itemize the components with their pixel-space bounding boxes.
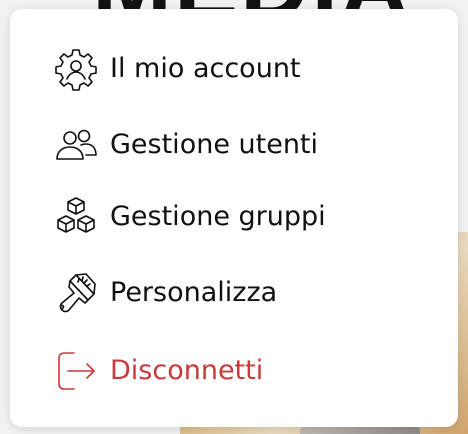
menu-item-manage-users[interactable]: Gestione utenti [10,111,458,175]
user-dropdown-menu: Il mio account Gestione utenti Gestione … [10,9,458,427]
menu-item-label: Il mio account [110,53,301,84]
users-icon [54,123,98,167]
menu-item-label: Personalizza [110,277,278,308]
menu-item-label: Gestione gruppi [110,201,326,232]
paintbrush-icon [54,271,98,315]
menu-item-my-account[interactable]: Il mio account [10,35,458,99]
user-gear-icon [54,47,98,91]
menu-item-customize[interactable]: Personalizza [10,259,458,323]
menu-item-manage-groups[interactable]: Gestione gruppi [10,183,458,247]
menu-item-label: Gestione utenti [110,129,319,160]
menu-item-label: Disconnetti [110,355,264,386]
boxes-icon [54,195,98,239]
logout-icon [54,349,98,393]
menu-item-logout[interactable]: Disconnetti [10,337,458,401]
